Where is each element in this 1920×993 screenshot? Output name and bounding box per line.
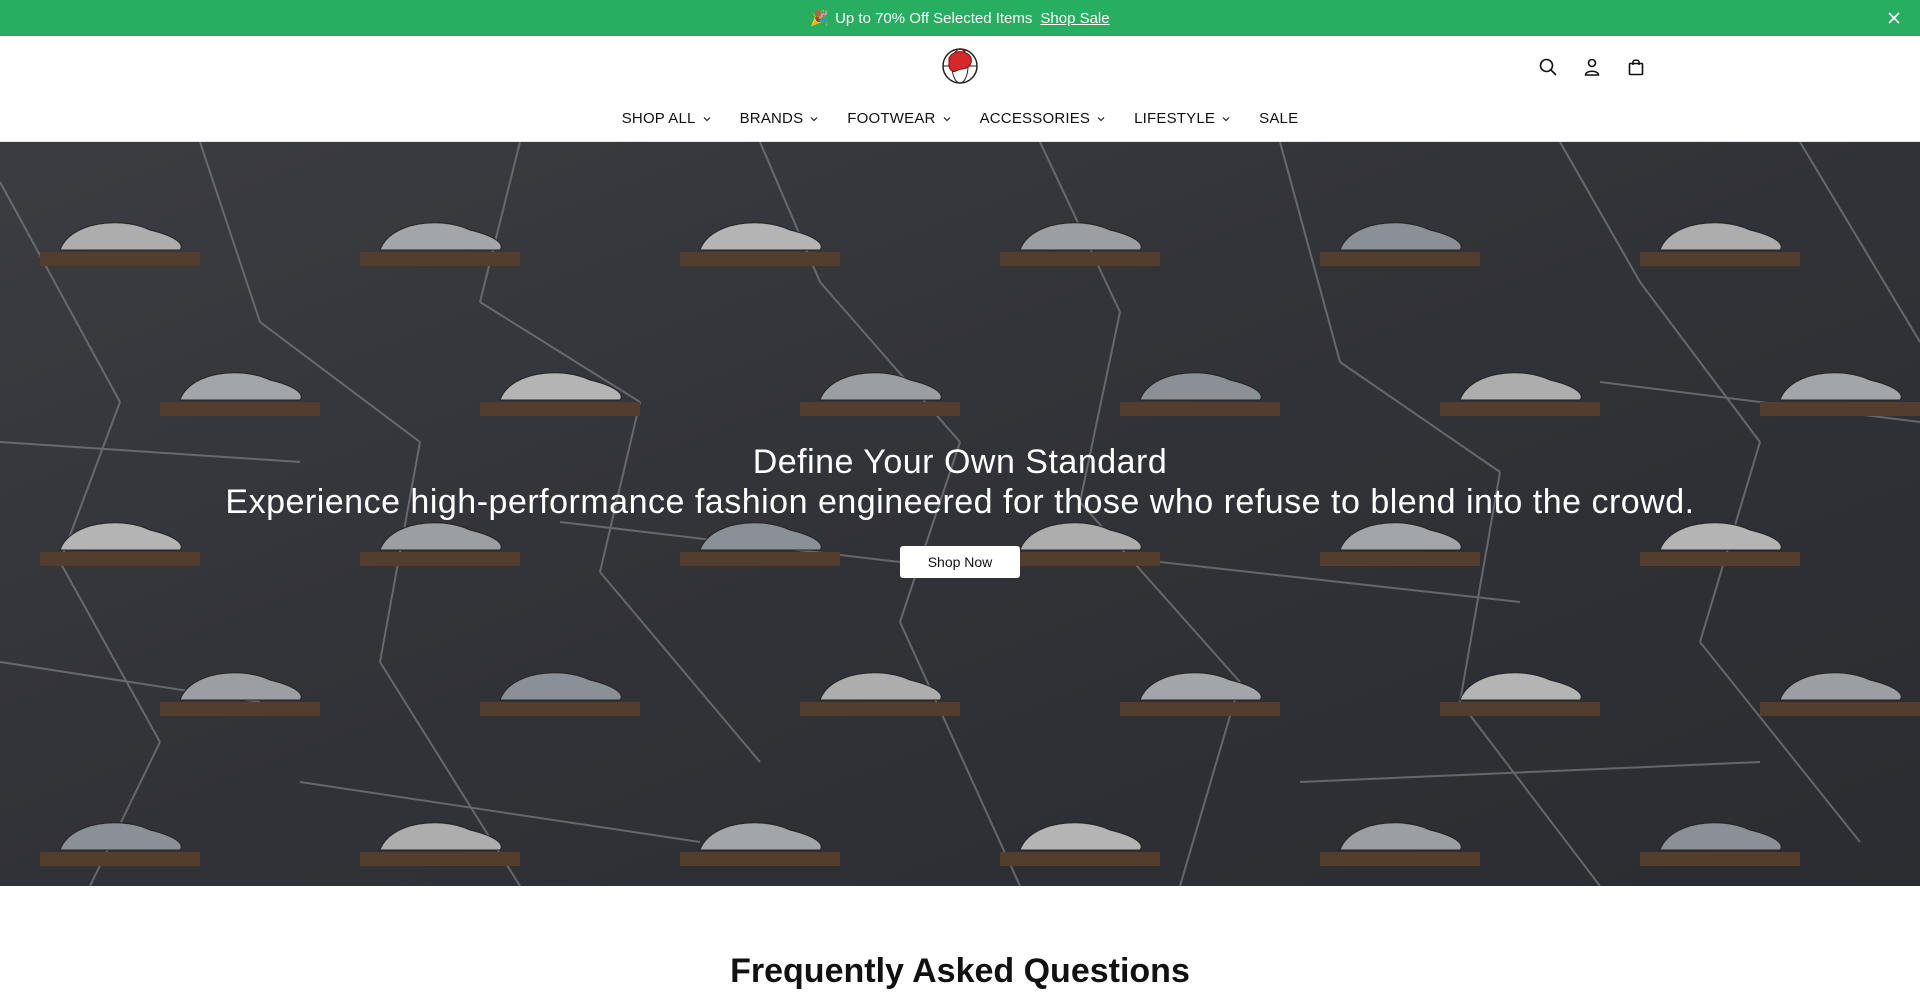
search-icon	[1539, 58, 1557, 76]
shop-sale-link[interactable]: Shop Sale	[1040, 10, 1109, 27]
hero-banner: Define Your Own Standard Experience high…	[0, 142, 1920, 886]
chevron-down-icon	[1222, 116, 1230, 121]
store-logo[interactable]	[940, 46, 980, 86]
chevron-down-icon	[1097, 116, 1105, 121]
nav-item-accessories[interactable]: ACCESSORIES	[980, 110, 1107, 127]
nav-item-brands[interactable]: BRANDS	[740, 110, 820, 127]
announcement-bar: 🎉 Up to 70% Off Selected Items Shop Sale	[0, 0, 1920, 36]
cart-button[interactable]	[1624, 55, 1648, 79]
hero-subtitle: Experience high-performance fashion engi…	[225, 483, 1695, 521]
search-button[interactable]	[1536, 55, 1560, 79]
close-announcement-button[interactable]	[1884, 8, 1904, 28]
main-navigation: SHOP ALL BRANDS FOOTWEAR ACCESSORIES LIF…	[0, 110, 1920, 127]
chevron-down-icon	[810, 116, 818, 121]
nav-item-label: SALE	[1259, 110, 1299, 127]
shop-now-button[interactable]: Shop Now	[899, 546, 1021, 578]
party-popper-icon: 🎉	[810, 10, 830, 27]
bag-icon	[1628, 59, 1644, 76]
faq-heading: Frequently Asked Questions	[730, 952, 1190, 990]
nav-item-label: LIFESTYLE	[1134, 110, 1216, 127]
header-actions	[1536, 55, 1648, 79]
nav-item-label: FOOTWEAR	[847, 110, 936, 127]
nav-item-lifestyle[interactable]: LIFESTYLE	[1134, 110, 1231, 127]
globe-logo-icon	[942, 48, 978, 84]
nav-item-label: ACCESSORIES	[979, 110, 1091, 127]
chevron-down-icon	[703, 116, 710, 121]
nav-item-label: BRANDS	[739, 110, 804, 127]
user-icon	[1584, 58, 1600, 76]
nav-item-sale[interactable]: SALE	[1259, 110, 1298, 127]
nav-item-footwear[interactable]: FOOTWEAR	[847, 110, 951, 127]
announcement-text: Up to 70% Off Selected Items	[835, 9, 1033, 27]
chevron-down-icon	[943, 116, 950, 121]
account-button[interactable]	[1580, 55, 1604, 79]
nav-item-label: SHOP ALL	[621, 110, 696, 127]
nav-item-shop-all[interactable]: SHOP ALL	[622, 110, 712, 127]
hero-title: Define Your Own Standard	[752, 443, 1168, 481]
hero-content: Define Your Own Standard Experience high…	[0, 442, 1920, 578]
close-icon	[1888, 12, 1900, 24]
site-header: SHOP ALL BRANDS FOOTWEAR ACCESSORIES LIF…	[0, 36, 1920, 142]
